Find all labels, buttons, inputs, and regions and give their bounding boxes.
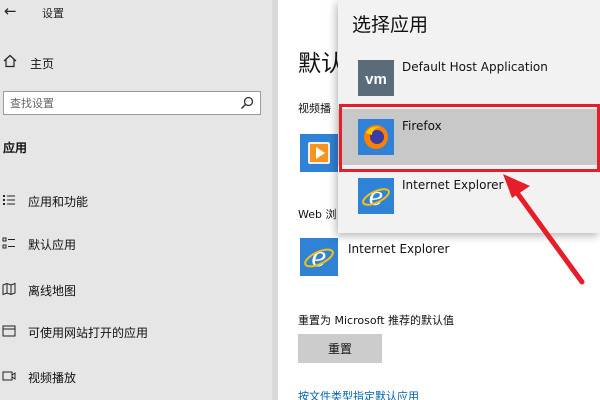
sidebar-item-label: 视频播放	[28, 371, 77, 385]
sidebar-item-apps-features[interactable]: 应用和功能	[0, 188, 270, 214]
sidebar-item-label: 可使用网站打开的应用	[28, 326, 149, 340]
sidebar-item-label: 默认应用	[28, 238, 77, 252]
video-playback-icon	[2, 371, 16, 381]
movies-tv-icon	[308, 142, 330, 164]
sidebar-item-offline-maps[interactable]: 离线地图	[0, 277, 270, 303]
default-apps-icon	[2, 237, 15, 249]
sidebar-item-default-apps[interactable]: 默认应用	[0, 231, 270, 257]
current-browser-name: Internet Explorer	[348, 242, 450, 256]
search-box[interactable]	[3, 91, 261, 115]
back-arrow-icon[interactable]: ←	[4, 2, 17, 20]
window-title: 设置	[42, 7, 64, 20]
svg-text:vm: vm	[365, 71, 387, 88]
sidebar-item-label: 离线地图	[28, 284, 77, 298]
internet-explorer-icon: e	[304, 243, 334, 273]
apps-features-icon	[3, 195, 15, 205]
section-heading: 应用	[3, 141, 28, 155]
home-icon	[3, 54, 17, 68]
video-player-label: 视频播	[298, 102, 331, 115]
svg-text:e: e	[311, 243, 326, 273]
reset-label: 重置为 Microsoft 推荐的默认值	[298, 314, 455, 327]
app-option-default-host[interactable]: vm Default Host Application	[338, 50, 600, 106]
vm-icon: vm	[358, 60, 394, 96]
web-browser-label: Web 浏	[298, 208, 337, 221]
file-type-default-link[interactable]: 按文件类型指定默认应用	[298, 388, 419, 400]
reset-button[interactable]: 重置	[298, 334, 382, 363]
svg-text:e: e	[369, 182, 384, 211]
settings-sidebar: ← 设置 主页 应用 应用和功能 默认应用 离线地图	[0, 0, 278, 400]
video-app-button[interactable]	[300, 134, 338, 172]
home-link[interactable]: 主页	[30, 55, 54, 72]
sidebar-item-label: 应用和功能	[28, 195, 89, 209]
search-input[interactable]	[10, 95, 230, 111]
app-option-internet-explorer[interactable]: e Internet Explorer	[338, 168, 600, 224]
sidebar-item-video-playback[interactable]: 视频播放	[0, 364, 270, 390]
search-icon[interactable]	[240, 96, 254, 110]
selection-highlight-box	[339, 104, 600, 172]
offline-maps-icon	[2, 282, 16, 296]
internet-explorer-icon: e	[358, 178, 394, 214]
sidebar-item-apps-for-websites[interactable]: 可使用网站打开的应用	[0, 319, 270, 345]
sidebar-scrollbar[interactable]	[272, 0, 278, 400]
apps-for-websites-icon	[2, 325, 16, 337]
web-browser-app-button[interactable]: e	[300, 238, 338, 276]
app-option-name: Internet Explorer	[402, 178, 504, 192]
app-option-name: Default Host Application	[402, 60, 548, 74]
flyout-title: 选择应用	[352, 14, 429, 36]
